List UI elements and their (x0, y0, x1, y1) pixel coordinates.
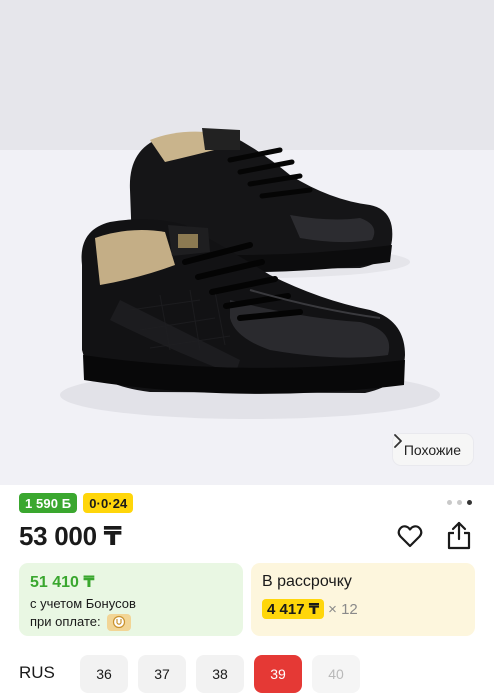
bonus-price: 51 410 ₸ (30, 574, 95, 591)
bonus-line1: с учетом Бонусов (30, 596, 136, 611)
installment-badge: 0·0·24 (83, 493, 134, 513)
size-system-label: RUS (19, 663, 55, 682)
product-price: 53 000 ₸ (19, 521, 122, 551)
chevron-right-icon (393, 434, 402, 448)
bonus-price-card[interactable]: 51 410 ₸ с учетом Бонусов при оплате: (19, 563, 243, 636)
product-photo[interactable]: Похожие (0, 0, 494, 485)
installment-card[interactable]: В рассрочку 4 417 ₸ × 12 (251, 563, 475, 636)
installment-multiplier: × 12 (328, 600, 358, 618)
bonus-line2: при оплате: (30, 614, 101, 629)
payment-method-icon (106, 613, 131, 631)
size-option-37[interactable]: 37 (138, 655, 186, 693)
size-option-36[interactable]: 36 (80, 655, 128, 693)
wallet-icon (112, 615, 125, 629)
size-option-38[interactable]: 38 (196, 655, 244, 693)
heart-icon[interactable] (397, 524, 423, 548)
installment-title: В рассрочку (262, 573, 352, 590)
badges-row: 1 590 Б 0·0·24 (19, 493, 134, 513)
bonus-badge: 1 590 Б (19, 493, 78, 513)
bonus-description: с учетом Бонусов при оплате: (30, 595, 232, 631)
size-selector: 36 37 38 39 40 (80, 655, 360, 693)
size-option-39-selected[interactable]: 39 (254, 655, 302, 693)
similar-button-label: Похожие (403, 441, 461, 458)
installment-amount: 4 417 ₸ (262, 599, 325, 619)
gallery-dot-active (467, 500, 472, 505)
gallery-pagination (447, 500, 472, 505)
installment-row: 4 417 ₸ × 12 (262, 599, 464, 619)
similar-button[interactable]: Похожие (392, 434, 473, 465)
size-option-40-disabled: 40 (312, 655, 360, 693)
sneakers-photo (0, 0, 494, 485)
bonus-line2-row: при оплате: (30, 613, 232, 631)
share-icon[interactable] (445, 521, 473, 551)
gallery-dot (457, 500, 462, 505)
gallery-dot (447, 500, 452, 505)
